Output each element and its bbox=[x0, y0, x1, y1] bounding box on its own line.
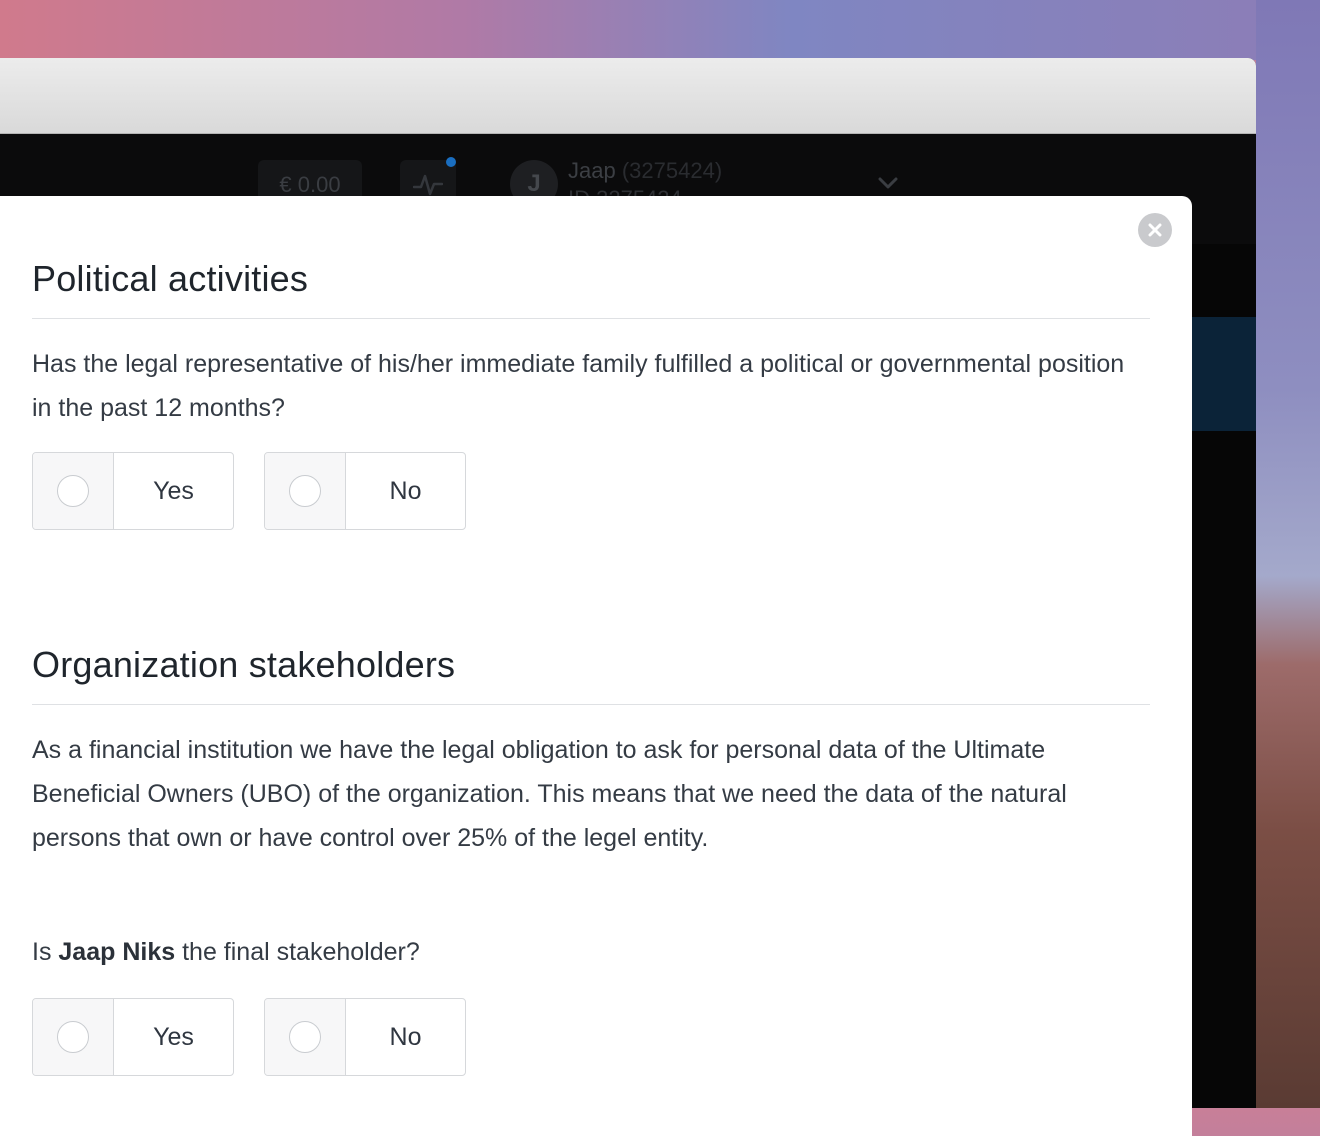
political-question: Has the legal representative of his/her … bbox=[32, 350, 1125, 422]
stakeholder-no-option[interactable]: No bbox=[264, 998, 466, 1076]
stakeholder-yes-option[interactable]: Yes bbox=[32, 998, 234, 1076]
user-first-name: Jaap bbox=[568, 158, 616, 183]
radio-unchecked-icon[interactable] bbox=[57, 1021, 89, 1053]
organization-stakeholders-title: Organization stakeholders bbox=[32, 644, 456, 685]
option-label-no: No bbox=[389, 476, 422, 505]
radio-unchecked-icon[interactable] bbox=[289, 475, 321, 507]
window-titlebar[interactable] bbox=[0, 58, 1256, 134]
question-suffix: the final stakeholder? bbox=[182, 938, 420, 966]
user-id: (3275424) bbox=[621, 158, 723, 183]
radio-cell[interactable] bbox=[265, 999, 346, 1075]
option-label-no: No bbox=[389, 1022, 422, 1051]
radio-cell[interactable] bbox=[33, 453, 114, 529]
section-divider bbox=[32, 704, 1150, 705]
political-activities-title: Political activities bbox=[32, 258, 309, 299]
final-stakeholder-question: Is Jaap Niks the final stakeholder? bbox=[32, 938, 420, 967]
activity-icon bbox=[413, 174, 443, 196]
close-icon bbox=[1148, 223, 1162, 237]
political-yes-option[interactable]: Yes bbox=[32, 452, 234, 530]
radio-unchecked-icon[interactable] bbox=[289, 1021, 321, 1053]
onboarding-modal: Political activities Has the legal repre… bbox=[0, 196, 1192, 1136]
stakeholders-description: As a financial institution we have the l… bbox=[32, 736, 1067, 852]
radio-cell[interactable] bbox=[265, 453, 346, 529]
radio-cell[interactable] bbox=[33, 999, 114, 1075]
question-prefix: Is bbox=[32, 938, 52, 966]
radio-unchecked-icon[interactable] bbox=[57, 475, 89, 507]
option-label-yes: Yes bbox=[153, 1022, 194, 1051]
notification-dot bbox=[446, 157, 456, 167]
desktop-wallpaper-top bbox=[0, 0, 1320, 60]
section-divider bbox=[32, 318, 1150, 319]
political-no-option[interactable]: No bbox=[264, 452, 466, 530]
stakeholder-name: Jaap Niks bbox=[58, 938, 176, 966]
option-label-yes: Yes bbox=[153, 476, 194, 505]
desktop-wallpaper-right bbox=[1256, 0, 1320, 1108]
user-name[interactable]: Jaap (3275424) bbox=[568, 158, 722, 184]
chevron-down-icon[interactable] bbox=[876, 176, 900, 190]
close-button[interactable] bbox=[1138, 213, 1172, 247]
